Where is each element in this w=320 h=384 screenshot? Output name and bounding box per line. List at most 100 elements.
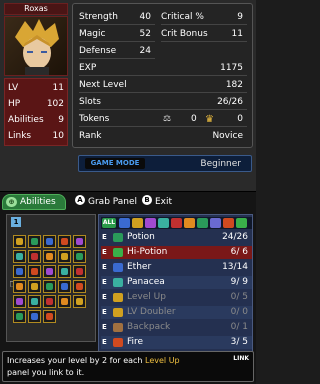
grid-slot[interactable] — [43, 265, 56, 278]
grid-number: 1 — [11, 217, 21, 227]
panel-icon — [61, 298, 68, 305]
panel-icon — [61, 253, 68, 260]
stat-hp: HP 102 — [8, 99, 64, 109]
filter-all-tab[interactable]: ALL — [102, 218, 116, 228]
item-count: 3/ 5 — [230, 337, 248, 347]
panel-icon — [16, 253, 23, 260]
item-icon — [113, 308, 123, 317]
item-icon — [113, 323, 123, 332]
filter-tab-icon[interactable] — [119, 218, 130, 228]
filter-tab-icon[interactable] — [145, 218, 156, 228]
stat-crit-bonus: Crit Bonus 11 — [161, 27, 247, 42]
panel-icon — [61, 283, 68, 290]
grid-slot[interactable] — [58, 250, 71, 263]
grid-slot[interactable] — [73, 265, 86, 278]
stat-magic: Magic 52 — [79, 27, 155, 42]
stat-strength: Strength 40 — [79, 10, 155, 25]
character-name: Roxas — [4, 3, 68, 15]
stat-defense: Defense 24 — [79, 44, 155, 59]
grid-slot[interactable] — [58, 235, 71, 248]
grid-slot[interactable] — [73, 235, 86, 248]
item-label: Backpack — [127, 322, 171, 332]
grid-slot[interactable] — [13, 235, 26, 248]
panel-icon — [31, 283, 38, 290]
item-count: 13/14 — [222, 262, 248, 272]
list-item[interactable]: E Hi-Potion 6/ 6 — [101, 246, 252, 259]
list-item[interactable]: E Panacea 9/ 9 — [101, 276, 252, 289]
item-icon — [113, 263, 123, 272]
grid-slot[interactable] — [58, 265, 71, 278]
grid-slot[interactable] — [28, 310, 41, 323]
grid-slot[interactable] — [43, 250, 56, 263]
stat-slots: Slots 26/26 — [79, 95, 247, 110]
grid-slot[interactable] — [73, 280, 86, 293]
grid-slot[interactable] — [73, 250, 86, 263]
grid-slot[interactable] — [43, 280, 56, 293]
l-button-icon: ⊕ — [6, 197, 17, 207]
panel-icon — [76, 298, 83, 305]
filter-tab-icon[interactable] — [210, 218, 221, 228]
grid-slot[interactable] — [13, 265, 26, 278]
grid-slot[interactable] — [28, 280, 41, 293]
panel-icon — [16, 313, 23, 320]
list-item[interactable]: E Ether 13/14 — [101, 261, 252, 274]
equip-marker: E — [102, 338, 107, 346]
grid-slot[interactable] — [28, 295, 41, 308]
item-count: 0/ 1 — [230, 322, 248, 332]
tab-abilities[interactable]: ⊕ Abilities — [2, 194, 66, 210]
item-label: Potion — [127, 232, 155, 242]
filter-tab-icon[interactable] — [171, 218, 182, 228]
panel-icon — [61, 268, 68, 275]
panel-icon — [76, 268, 83, 275]
grid-slot[interactable] — [73, 295, 86, 308]
grid-slot[interactable] — [43, 235, 56, 248]
filter-tab-icon[interactable] — [197, 218, 208, 228]
token-silver-icon: ⚖ — [163, 114, 172, 124]
item-label: LV Doubler — [127, 307, 176, 317]
game-mode-bar: GAME MODE Beginner — [78, 155, 252, 172]
filter-tab-icon[interactable] — [158, 218, 169, 228]
filter-tab-icon[interactable] — [184, 218, 195, 228]
grid-slot[interactable] — [28, 235, 41, 248]
item-list[interactable]: ALL E Potion 24/26 E Hi-Potion 6/ 6 E Ether 13/1… — [98, 214, 253, 352]
panel-icon — [16, 298, 23, 305]
filter-tab-icon[interactable] — [223, 218, 234, 228]
grid-slot[interactable] — [28, 250, 41, 263]
grid-slot[interactable] — [13, 280, 26, 293]
panel-grid[interactable]: 1 ☞ — [6, 214, 96, 342]
grid-slot[interactable] — [58, 280, 71, 293]
stat-tokens: Tokens ⚖ 0 ♛ 0 — [79, 112, 247, 127]
grid-slot[interactable] — [13, 295, 26, 308]
grid-slot[interactable] — [13, 250, 26, 263]
panel-screen: ⊕ Abilities A Grab Panel B Exit 1 ☞ ALL … — [0, 192, 256, 384]
exit-button[interactable]: Exit — [155, 196, 172, 208]
grid-slot[interactable] — [58, 295, 71, 308]
item-count: 6/ 6 — [230, 247, 248, 257]
list-item[interactable]: E Fire 3/ 5 — [101, 336, 252, 349]
list-item[interactable]: E Level Up 0/ 5 — [101, 291, 252, 304]
grab-panel-button[interactable]: Grab Panel — [88, 196, 137, 208]
panel-icon — [31, 298, 38, 305]
equip-marker: E — [102, 233, 107, 241]
panel-icon — [46, 253, 53, 260]
help-box: Increases your level by 2 for each Level… — [2, 351, 254, 382]
item-count: 9/ 9 — [230, 277, 248, 287]
list-item[interactable]: E Backpack 0/ 1 — [101, 321, 252, 334]
panel-icon — [31, 238, 38, 245]
filter-tab-icon[interactable] — [236, 218, 247, 228]
a-button-icon: A — [75, 195, 85, 205]
list-item[interactable]: E Potion 24/26 — [101, 231, 252, 244]
grid-slot[interactable] — [28, 265, 41, 278]
item-label: Ether — [127, 262, 152, 272]
stat-critical: Critical % 9 — [161, 10, 247, 25]
panel-icon — [31, 268, 38, 275]
game-mode-value: Beginner — [200, 159, 241, 169]
grid-slot[interactable] — [13, 310, 26, 323]
grid-slot[interactable] — [43, 295, 56, 308]
b-button-icon: B — [142, 195, 152, 205]
stat-rank: Rank Novice — [79, 131, 243, 141]
filter-tab-icon[interactable] — [132, 218, 143, 228]
equip-marker: E — [102, 248, 107, 256]
list-item[interactable]: E LV Doubler 0/ 0 — [101, 306, 252, 319]
grid-slot[interactable] — [43, 310, 56, 323]
